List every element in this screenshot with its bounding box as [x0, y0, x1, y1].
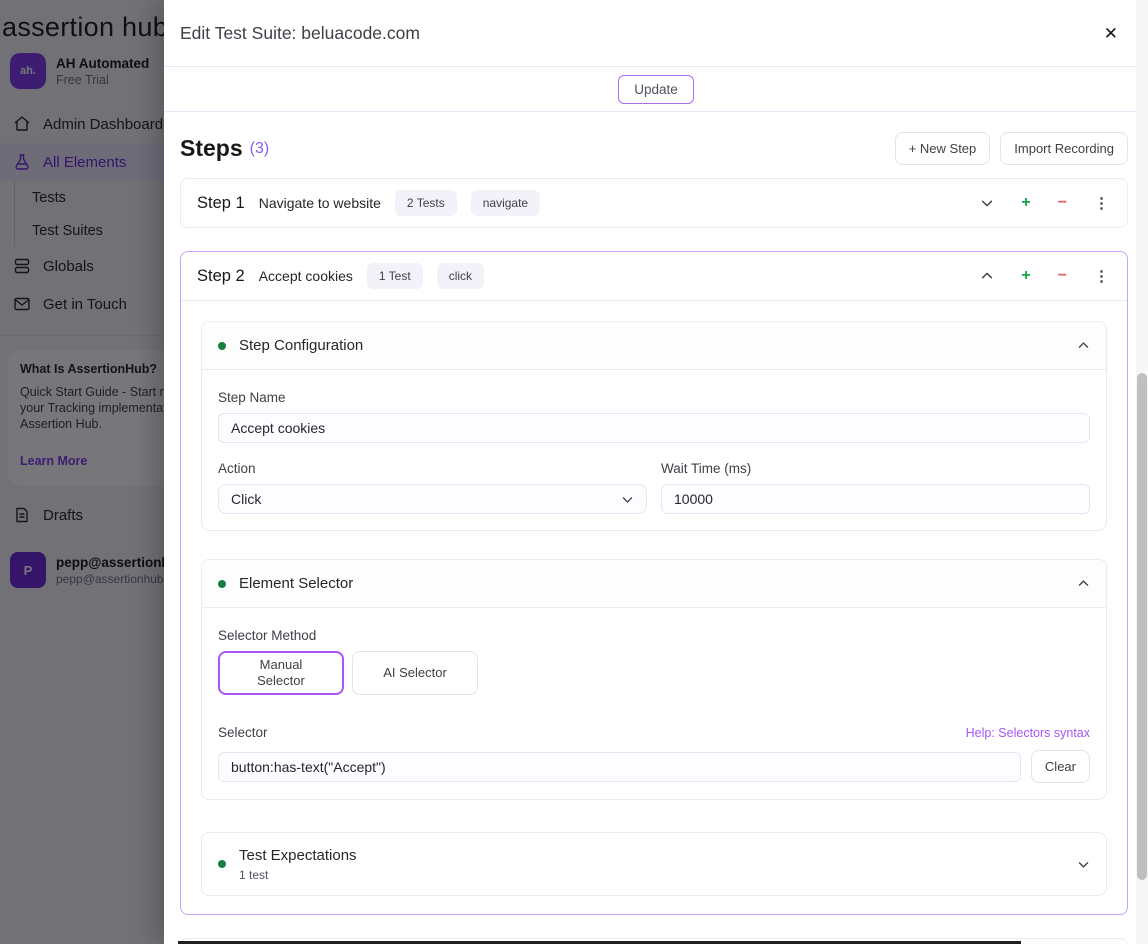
- collapse-step-button[interactable]: [980, 269, 994, 283]
- add-step-button[interactable]: +: [1021, 195, 1030, 211]
- add-step-button[interactable]: +: [1021, 268, 1030, 284]
- action-type-badge: navigate: [471, 190, 540, 216]
- wait-time-label: Wait Time (ms): [661, 461, 1090, 476]
- chevron-up-icon: [1077, 577, 1090, 590]
- step-name: Accept cookies: [259, 268, 353, 284]
- step-name: Navigate to website: [259, 195, 381, 211]
- modal-scrollbar[interactable]: [1136, 0, 1148, 944]
- element-selector-header[interactable]: Element Selector: [202, 560, 1106, 608]
- new-step-button[interactable]: + New Step: [895, 132, 991, 165]
- status-dot-icon: [218, 342, 226, 350]
- selector-input[interactable]: [218, 752, 1021, 782]
- manual-selector-button[interactable]: Manual Selector: [218, 651, 344, 695]
- action-type-badge: click: [437, 263, 484, 289]
- selector-method-label: Selector Method: [218, 628, 1090, 643]
- step-2-header[interactable]: Step 2 Accept cookies 1 Test click + − ⋮: [181, 252, 1127, 300]
- tests-count-badge: 1 Test: [367, 263, 423, 289]
- expand-section-button[interactable]: [1077, 858, 1090, 871]
- tests-count-text: 1 test: [239, 868, 357, 882]
- collapse-section-button[interactable]: [1077, 577, 1090, 590]
- ai-selector-button[interactable]: AI Selector: [352, 651, 478, 695]
- chevron-down-icon: [980, 196, 994, 210]
- step-menu-button[interactable]: ⋮: [1094, 269, 1109, 284]
- modal-header: Edit Test Suite: beluacode.com ✕: [164, 0, 1148, 67]
- step-configuration-section: Step Configuration Step Name Action Clic…: [201, 321, 1107, 531]
- status-dot-icon: [218, 860, 226, 868]
- action-select-value: Click: [231, 491, 261, 507]
- action-label: Action: [218, 461, 647, 476]
- wait-time-input[interactable]: [661, 484, 1090, 514]
- step-name-input[interactable]: [218, 413, 1090, 443]
- expand-step-button[interactable]: [980, 196, 994, 210]
- tests-count-badge: 2 Tests: [395, 190, 457, 216]
- step-card-1: Step 1 Navigate to website 2 Tests navig…: [180, 178, 1128, 228]
- steps-count: (3): [250, 140, 270, 158]
- test-expectations-section[interactable]: Test Expectations 1 test: [201, 832, 1107, 896]
- chevron-down-icon: [621, 493, 634, 506]
- close-icon[interactable]: ✕: [1104, 25, 1118, 42]
- modal-content: Steps (3) + New Step Import Recording St…: [164, 112, 1148, 944]
- step-name-label: Step Name: [218, 390, 1090, 405]
- step-configuration-header[interactable]: Step Configuration: [202, 322, 1106, 370]
- section-title: Step Configuration: [239, 337, 363, 354]
- element-selector-section: Element Selector Selector Method Manual …: [201, 559, 1107, 800]
- action-select[interactable]: Click: [218, 484, 647, 514]
- steps-title: Steps: [180, 135, 243, 162]
- collapse-section-button[interactable]: [1077, 339, 1090, 352]
- step-label: Step 1: [197, 194, 245, 213]
- modal-title: Edit Test Suite: beluacode.com: [180, 23, 420, 44]
- scrollbar-thumb[interactable]: [1137, 373, 1147, 880]
- remove-step-button[interactable]: −: [1058, 195, 1067, 211]
- step-2-body: Step Configuration Step Name Action Clic…: [181, 300, 1127, 914]
- step-menu-button[interactable]: ⋮: [1094, 196, 1109, 211]
- clear-selector-button[interactable]: Clear: [1031, 750, 1090, 783]
- import-recording-button[interactable]: Import Recording: [1000, 132, 1128, 165]
- chevron-down-icon: [1077, 858, 1090, 871]
- chevron-up-icon: [1077, 339, 1090, 352]
- step-label: Step 2: [197, 267, 245, 286]
- section-title: Test Expectations: [239, 847, 357, 864]
- steps-header: Steps (3) + New Step Import Recording: [180, 132, 1128, 164]
- update-button[interactable]: Update: [618, 75, 694, 104]
- section-title: Element Selector: [239, 575, 353, 592]
- status-dot-icon: [218, 580, 226, 588]
- selectors-syntax-help-link[interactable]: Help: Selectors syntax: [966, 726, 1090, 740]
- update-bar: Update: [164, 67, 1148, 112]
- remove-step-button[interactable]: −: [1058, 268, 1067, 284]
- edit-test-suite-modal: Edit Test Suite: beluacode.com ✕ Update …: [164, 0, 1148, 944]
- step-card-2: Step 2 Accept cookies 1 Test click + − ⋮…: [180, 251, 1128, 915]
- chevron-up-icon: [980, 269, 994, 283]
- selector-label: Selector: [218, 725, 268, 740]
- step-1-header[interactable]: Step 1 Navigate to website 2 Tests navig…: [181, 179, 1127, 227]
